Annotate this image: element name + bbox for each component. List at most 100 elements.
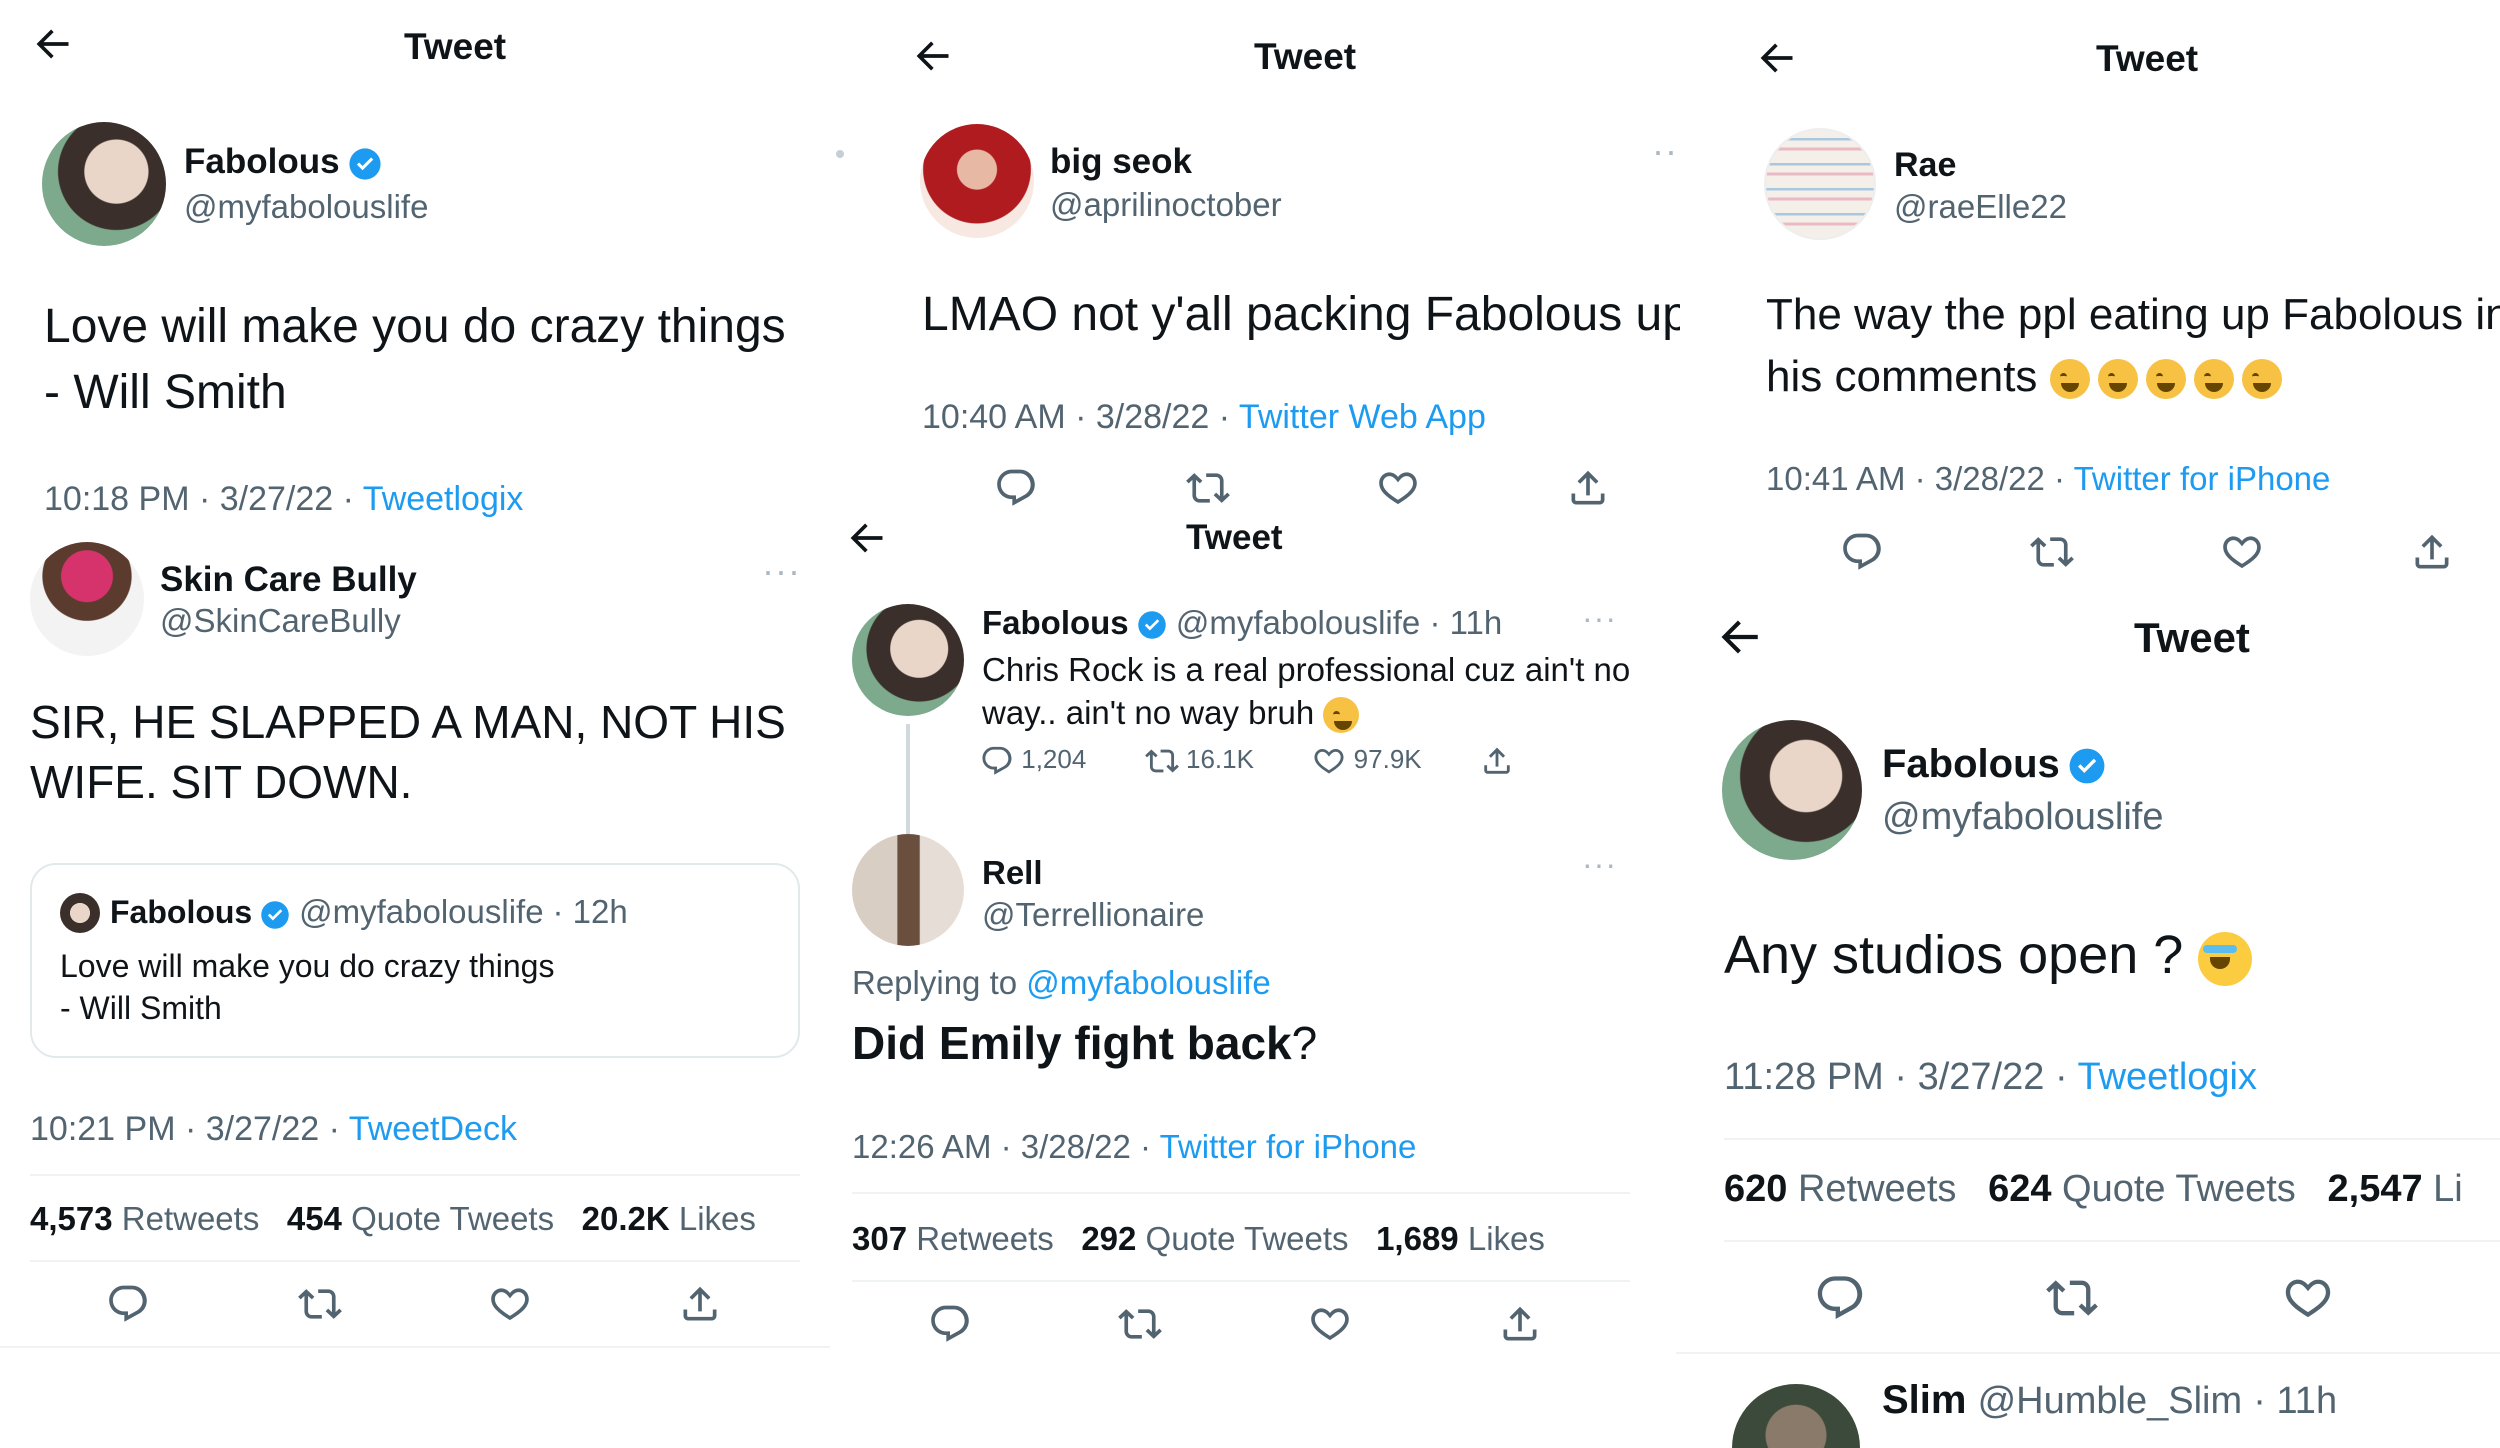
share-icon[interactable] bbox=[1566, 466, 1610, 510]
share-icon[interactable] bbox=[2410, 530, 2454, 574]
replying-to-handle[interactable]: @myfabolouslife bbox=[1026, 964, 1270, 1001]
user-handle[interactable]: @SkinCareBully bbox=[160, 602, 401, 640]
display-name[interactable]: Skin Care Bully bbox=[160, 560, 417, 600]
next-reply-avatar[interactable] bbox=[1732, 1384, 1860, 1448]
retweet-icon[interactable] bbox=[2030, 530, 2074, 574]
retweets-count[interactable]: 307 Retweets bbox=[852, 1220, 1054, 1257]
share-icon[interactable] bbox=[1498, 1302, 1542, 1346]
verified-icon bbox=[348, 147, 382, 181]
source-link[interactable]: Tweetlogix bbox=[2077, 1056, 2257, 1098]
panel-tweet-fabolous-studios: Tweet Fabolous @myfabolouslife Any studi… bbox=[1676, 600, 2500, 1448]
source-link[interactable]: Twitter for iPhone bbox=[2074, 460, 2331, 497]
header-title: Tweet bbox=[2134, 614, 2250, 661]
more-options-icon[interactable]: ··· bbox=[1582, 600, 1617, 637]
likes-count[interactable]: 1,689 Likes bbox=[1376, 1220, 1545, 1257]
likes-count[interactable]: 2,547 Li bbox=[2328, 1168, 2463, 1210]
display-name[interactable]: Fabolous bbox=[1882, 742, 2106, 787]
engagement-stats: 620 Retweets 624 Quote Tweets 2,547 Li bbox=[1724, 1168, 2463, 1211]
tweet-text: SIR, HE SLAPPED A MAN, NOT HIS WIFE. SIT… bbox=[30, 696, 786, 808]
panel-tweet-bigseok: Tweet big seok @aprilinoctober ··· LMAO … bbox=[860, 0, 1680, 520]
like-icon[interactable] bbox=[1312, 744, 1346, 778]
reply-icon[interactable] bbox=[980, 744, 1014, 778]
divider bbox=[30, 1260, 800, 1262]
retweets-count[interactable]: 620 Retweets bbox=[1724, 1168, 1956, 1210]
header-title: Tweet bbox=[1254, 36, 1357, 77]
source-link[interactable]: TweetDeck bbox=[349, 1110, 517, 1148]
retweet-icon[interactable] bbox=[298, 1282, 342, 1326]
source-link[interactable]: Twitter Web App bbox=[1239, 398, 1486, 436]
avatar[interactable] bbox=[42, 122, 166, 246]
retweet-icon[interactable] bbox=[1186, 466, 1230, 510]
parent-actions: 1,204 16.1K 97.9K bbox=[980, 744, 1514, 778]
engagement-stats: 307 Retweets 292 Quote Tweets 1,689 Like… bbox=[852, 1220, 1545, 1258]
like-icon[interactable] bbox=[1376, 466, 1420, 510]
user-handle[interactable]: @raeElle22 bbox=[1894, 188, 2067, 226]
avatar[interactable] bbox=[1722, 720, 1862, 860]
back-arrow-icon[interactable] bbox=[1754, 36, 1798, 80]
retweet-icon[interactable] bbox=[1145, 744, 1179, 778]
back-arrow-icon[interactable] bbox=[910, 34, 954, 78]
header-title: Tweet bbox=[1186, 518, 1283, 557]
back-arrow-icon[interactable] bbox=[30, 22, 74, 66]
tweet-text: Any studios open ? bbox=[1724, 924, 2253, 986]
avatar[interactable] bbox=[1764, 128, 1876, 240]
quote-tweets-count[interactable]: 454 Quote Tweets bbox=[287, 1200, 554, 1237]
tweet-meta: 10:41 AM · 3/28/22 · Twitter for iPhone bbox=[1766, 460, 2331, 497]
avatar[interactable] bbox=[852, 834, 964, 946]
more-options-icon[interactable]: ··· bbox=[1582, 846, 1617, 883]
more-options-icon[interactable]: ··· bbox=[762, 550, 801, 592]
tweet-meta: 10:18 PM · 3/27/22 · Tweetlogix bbox=[44, 480, 524, 518]
back-arrow-icon[interactable] bbox=[844, 516, 888, 560]
reply-icon[interactable] bbox=[1814, 1272, 1866, 1324]
quoted-header: Fabolous @myfabolouslife · 12h bbox=[110, 893, 628, 930]
user-handle[interactable]: @Terrellionaire bbox=[982, 896, 1204, 934]
reply-icon[interactable] bbox=[106, 1282, 150, 1326]
divider bbox=[30, 1174, 800, 1176]
share-icon[interactable] bbox=[678, 1282, 722, 1326]
quote-tweets-count[interactable]: 292 Quote Tweets bbox=[1081, 1220, 1348, 1257]
divider bbox=[1676, 1352, 2500, 1354]
divider bbox=[852, 1280, 1630, 1282]
tweet-text: Love will make you do crazy things - Wil… bbox=[44, 300, 786, 419]
source-link[interactable]: Tweetlogix bbox=[363, 480, 524, 518]
like-icon[interactable] bbox=[1308, 1302, 1352, 1346]
like-icon[interactable] bbox=[488, 1282, 532, 1326]
next-reply-name[interactable]: Slim bbox=[1882, 1378, 1966, 1422]
divider bbox=[1724, 1240, 2500, 1242]
more-options-icon[interactable]: ··· bbox=[1652, 130, 1680, 172]
display-name[interactable]: big seok bbox=[1050, 142, 1192, 182]
user-handle[interactable]: @aprilinoctober bbox=[1050, 186, 1282, 224]
avatar[interactable] bbox=[920, 124, 1034, 238]
likes-count[interactable]: 20.2K Likes bbox=[582, 1200, 756, 1237]
weary-emoji-group bbox=[2049, 352, 2290, 401]
reply-icon[interactable] bbox=[928, 1302, 972, 1346]
parent-avatar[interactable] bbox=[852, 604, 964, 716]
display-name[interactable]: Rae bbox=[1894, 146, 1956, 185]
reply-icon[interactable] bbox=[994, 466, 1038, 510]
display-name[interactable]: Fabolous bbox=[184, 142, 382, 182]
retweet-icon[interactable] bbox=[2046, 1272, 2098, 1324]
tweet-meta: 10:40 AM · 3/28/22 · Twitter Web App bbox=[922, 398, 1486, 436]
avatar[interactable] bbox=[30, 542, 144, 656]
source-link[interactable]: Twitter for iPhone bbox=[1160, 1128, 1417, 1165]
tweet-meta: 11:28 PM · 3/27/22 · Tweetlogix bbox=[1724, 1056, 2258, 1098]
verified-icon bbox=[2068, 747, 2106, 785]
like-icon[interactable] bbox=[2220, 530, 2264, 574]
user-handle[interactable]: @myfabolouslife bbox=[1882, 796, 2163, 839]
retweets-count[interactable]: 4,573 Retweets bbox=[30, 1200, 259, 1237]
back-arrow-icon[interactable] bbox=[1714, 612, 1764, 662]
retweet-count: 16.1K bbox=[1186, 744, 1254, 774]
parent-text: Chris Rock is a real professional cuz ai… bbox=[982, 648, 1632, 734]
user-handle[interactable]: @myfabolouslife bbox=[184, 188, 428, 226]
quoted-tweet-card[interactable]: Fabolous @myfabolouslife · 12h Love will… bbox=[30, 863, 800, 1058]
retweet-icon[interactable] bbox=[1118, 1302, 1162, 1346]
quote-tweets-count[interactable]: 624 Quote Tweets bbox=[1988, 1168, 2296, 1210]
panel-tweet-skincarebully: Skin Care Bully @SkinCareBully ··· SIR, … bbox=[0, 520, 830, 1448]
more-dots-icon[interactable] bbox=[836, 150, 844, 158]
display-name[interactable]: Rell bbox=[982, 854, 1043, 892]
panel-tweet-rell-reply: Tweet Fabolous @myfabolouslife · 11h ···… bbox=[830, 508, 1670, 1448]
like-icon[interactable] bbox=[2282, 1272, 2334, 1324]
thread-connector bbox=[906, 724, 910, 834]
share-icon[interactable] bbox=[1480, 744, 1514, 778]
reply-icon[interactable] bbox=[1840, 530, 1884, 574]
